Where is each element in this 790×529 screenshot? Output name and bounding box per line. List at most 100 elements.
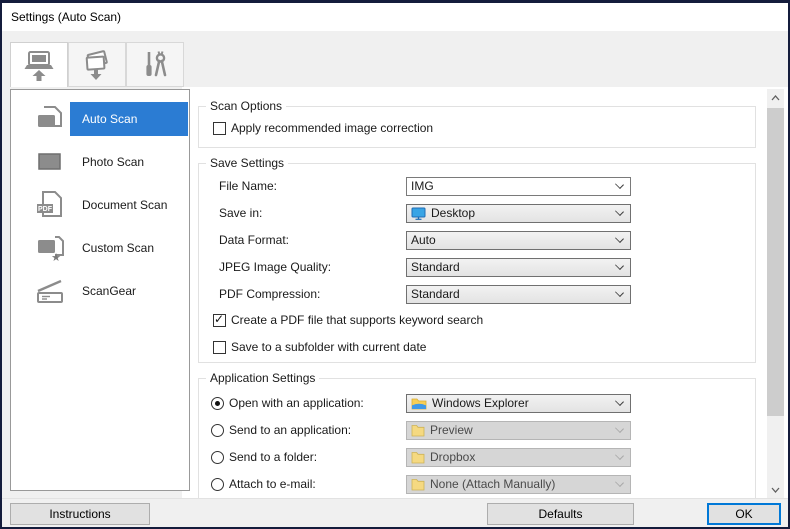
send-to-app-radio[interactable]: [211, 423, 224, 437]
folder-icon: [411, 450, 425, 464]
field-label: Data Format:: [219, 233, 290, 247]
tab-general-settings[interactable]: [126, 42, 184, 87]
list-item-label: ScanGear: [82, 283, 137, 298]
field-label: PDF Compression:: [219, 287, 321, 301]
combo-value: Auto: [411, 233, 436, 247]
combo-value: Preview: [430, 423, 473, 437]
scan-document-output-icon: [79, 49, 115, 81]
chevron-down-icon: [615, 287, 624, 297]
settings-dialog: Settings (Auto Scan) Auto Scan Photo Sca…: [0, 0, 790, 529]
scroll-up-button[interactable]: [767, 89, 784, 106]
send-to-app-combo: Preview: [406, 420, 631, 440]
windows-explorer-icon: [411, 396, 427, 410]
scan-to-computer-icon: [21, 50, 57, 82]
send-to-folder-radio[interactable]: [211, 450, 224, 464]
chevron-down-icon: [615, 260, 624, 270]
tab-scan-output[interactable]: [68, 42, 126, 87]
group-title: Save Settings: [206, 156, 289, 170]
list-item-scangear[interactable]: ScanGear: [11, 269, 189, 312]
svg-text:PDF: PDF: [38, 206, 53, 213]
instructions-button[interactable]: Instructions: [10, 503, 150, 525]
list-item-auto-scan[interactable]: Auto Scan: [11, 97, 189, 140]
attach-email-row: Attach to e-mail:: [211, 476, 316, 492]
chevron-up-icon: [771, 94, 780, 100]
radio-label: Send to an application:: [229, 423, 352, 437]
tab-scan-from-computer[interactable]: [10, 42, 68, 89]
subfolder-date-checkbox[interactable]: [213, 340, 226, 354]
auto-scan-icon: [35, 104, 65, 134]
chevron-down-icon: [615, 233, 624, 243]
photo-scan-icon: [35, 147, 65, 177]
open-with-app-radio[interactable]: [211, 396, 224, 410]
defaults-button[interactable]: Defaults: [487, 503, 634, 525]
jpeg-quality-combo[interactable]: Standard: [406, 257, 631, 277]
title-bar: Settings (Auto Scan): [2, 3, 788, 31]
group-title: Scan Options: [206, 99, 287, 113]
scangear-icon: [35, 276, 65, 306]
list-item-label: Document Scan: [82, 197, 168, 212]
apply-correction-checkbox[interactable]: [213, 121, 226, 135]
combo-value: None (Attach Manually): [430, 477, 556, 491]
footer-bar: Instructions Defaults OK: [2, 498, 788, 527]
combo-value: IMG: [411, 179, 434, 193]
pdf-compression-combo[interactable]: Standard: [406, 284, 631, 304]
folder-icon: [411, 477, 425, 491]
svg-text:★: ★: [51, 251, 61, 263]
send-to-app-row: Send to an application:: [211, 422, 351, 438]
group-save-settings: Save Settings File Name: IMG Save in: De…: [198, 156, 756, 363]
main-area: Auto Scan Photo Scan PDF Document Scan ★…: [2, 87, 788, 498]
pdf-keyword-checkbox[interactable]: [213, 312, 226, 327]
chevron-down-icon: [615, 423, 624, 433]
data-format-combo[interactable]: Auto: [406, 230, 631, 250]
chevron-down-icon: [615, 179, 624, 189]
chevron-down-icon: [615, 450, 624, 460]
combo-value: Dropbox: [430, 450, 476, 464]
combo-value: Windows Explorer: [432, 396, 529, 410]
tools-icon: [137, 49, 173, 81]
radio-label: Send to a folder:: [229, 450, 318, 464]
chevron-down-icon: [615, 396, 624, 406]
group-scan-options: Scan Options Apply recommended image cor…: [198, 99, 756, 148]
checkbox-label: Create a PDF file that supports keyword …: [231, 313, 484, 327]
field-label: File Name:: [219, 179, 278, 193]
radio-label: Attach to e-mail:: [229, 477, 316, 491]
list-item-label: Auto Scan: [82, 111, 138, 126]
send-to-folder-combo: Dropbox: [406, 447, 631, 467]
chevron-down-icon: [615, 477, 624, 487]
send-to-folder-row: Send to a folder:: [211, 449, 317, 465]
folder-icon: [411, 423, 425, 437]
field-label: JPEG Image Quality:: [219, 260, 332, 274]
attach-email-combo: None (Attach Manually): [406, 474, 631, 494]
combo-value: Standard: [411, 287, 460, 301]
open-with-app-row: Open with an application:: [211, 395, 364, 411]
desktop-icon: [411, 207, 426, 220]
group-application-settings: Application Settings Open with an applic…: [198, 371, 756, 498]
custom-scan-icon: ★: [35, 233, 65, 263]
combo-value: Standard: [411, 260, 460, 274]
file-name-combo[interactable]: IMG: [406, 176, 631, 196]
profile-list: Auto Scan Photo Scan PDF Document Scan ★…: [10, 89, 190, 491]
apply-correction-row: Apply recommended image correction: [213, 120, 433, 136]
field-label: Save in:: [219, 206, 263, 220]
scrollbar-thumb[interactable]: [767, 108, 784, 416]
chevron-down-icon: [771, 487, 780, 493]
list-item-photo-scan[interactable]: Photo Scan: [11, 140, 189, 183]
save-in-combo[interactable]: Desktop: [406, 203, 631, 223]
tab-strip: [2, 31, 788, 89]
document-scan-icon: PDF: [35, 190, 65, 220]
list-item-custom-scan[interactable]: ★ Custom Scan: [11, 226, 189, 269]
checkbox-label: Apply recommended image correction: [231, 121, 434, 135]
pdf-keyword-row: Create a PDF file that supports keyword …: [213, 312, 483, 328]
subfolder-date-row: Save to a subfolder with current date: [213, 339, 426, 355]
attach-email-radio[interactable]: [211, 477, 224, 491]
ok-button[interactable]: OK: [707, 503, 781, 525]
checkbox-label: Save to a subfolder with current date: [231, 340, 427, 354]
vertical-scrollbar[interactable]: [767, 89, 784, 498]
group-title: Application Settings: [206, 371, 320, 385]
list-item-label: Photo Scan: [82, 154, 145, 169]
radio-label: Open with an application:: [229, 396, 364, 410]
list-item-document-scan[interactable]: PDF Document Scan: [11, 183, 189, 226]
list-item-label: Custom Scan: [82, 240, 155, 255]
open-with-app-combo[interactable]: Windows Explorer: [406, 393, 631, 413]
scroll-down-button[interactable]: [767, 481, 784, 498]
